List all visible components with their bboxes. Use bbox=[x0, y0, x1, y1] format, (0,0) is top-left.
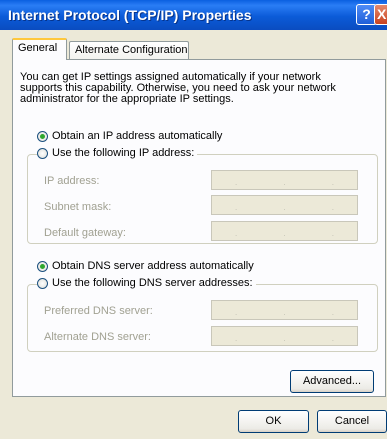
radio-obtain-dns-auto-label: Obtain DNS server address automatically bbox=[52, 260, 254, 272]
radio-use-following-ip[interactable]: Use the following IP address: bbox=[37, 147, 198, 159]
ip-address-input[interactable]: ... bbox=[211, 170, 358, 190]
radio-use-following-ip-label: Use the following IP address: bbox=[52, 147, 195, 159]
preferred-dns-input[interactable]: ... bbox=[211, 300, 358, 320]
default-gateway-input[interactable]: ... bbox=[211, 221, 358, 241]
cancel-button[interactable]: Cancel bbox=[317, 410, 387, 433]
help-icon: ? bbox=[362, 6, 371, 22]
tcpip-properties-dialog: Internet Protocol (TCP/IP) Properties ? … bbox=[0, 0, 387, 439]
radio-selected-icon bbox=[37, 260, 48, 272]
description-text: You can get IP settings assigned automat… bbox=[20, 71, 336, 105]
advanced-button[interactable]: Advanced... bbox=[290, 370, 374, 393]
default-gateway-label: Default gateway: bbox=[44, 227, 126, 239]
subnet-mask-input[interactable]: ... bbox=[211, 195, 358, 215]
alternate-dns-input[interactable]: ... bbox=[211, 326, 358, 346]
radio-use-following-dns[interactable]: Use the following DNS server addresses: bbox=[37, 277, 256, 289]
radio-obtain-ip-auto-label: Obtain an IP address automatically bbox=[52, 130, 223, 142]
alternate-dns-label: Alternate DNS server: bbox=[44, 331, 151, 343]
ok-button[interactable]: OK bbox=[238, 410, 309, 433]
radio-use-following-dns-label: Use the following DNS server addresses: bbox=[52, 277, 253, 289]
tab-alternate-configuration[interactable]: Alternate Configuration bbox=[69, 41, 189, 59]
subnet-mask-label: Subnet mask: bbox=[44, 201, 112, 213]
preferred-dns-label: Preferred DNS server: bbox=[44, 305, 153, 317]
title-bar[interactable]: Internet Protocol (TCP/IP) Properties ? … bbox=[0, 0, 387, 30]
radio-selected-icon bbox=[37, 130, 48, 142]
tab-general[interactable]: General bbox=[12, 38, 67, 60]
radio-obtain-ip-auto[interactable]: Obtain an IP address automatically bbox=[37, 130, 222, 142]
close-button[interactable]: X bbox=[374, 4, 387, 25]
ip-address-label: IP address: bbox=[44, 175, 100, 187]
radio-unselected-icon bbox=[37, 277, 48, 289]
radio-obtain-dns-auto[interactable]: Obtain DNS server address automatically bbox=[37, 260, 254, 272]
radio-unselected-icon bbox=[37, 147, 48, 159]
close-icon: X bbox=[377, 6, 387, 22]
window-title: Internet Protocol (TCP/IP) Properties bbox=[8, 7, 252, 23]
